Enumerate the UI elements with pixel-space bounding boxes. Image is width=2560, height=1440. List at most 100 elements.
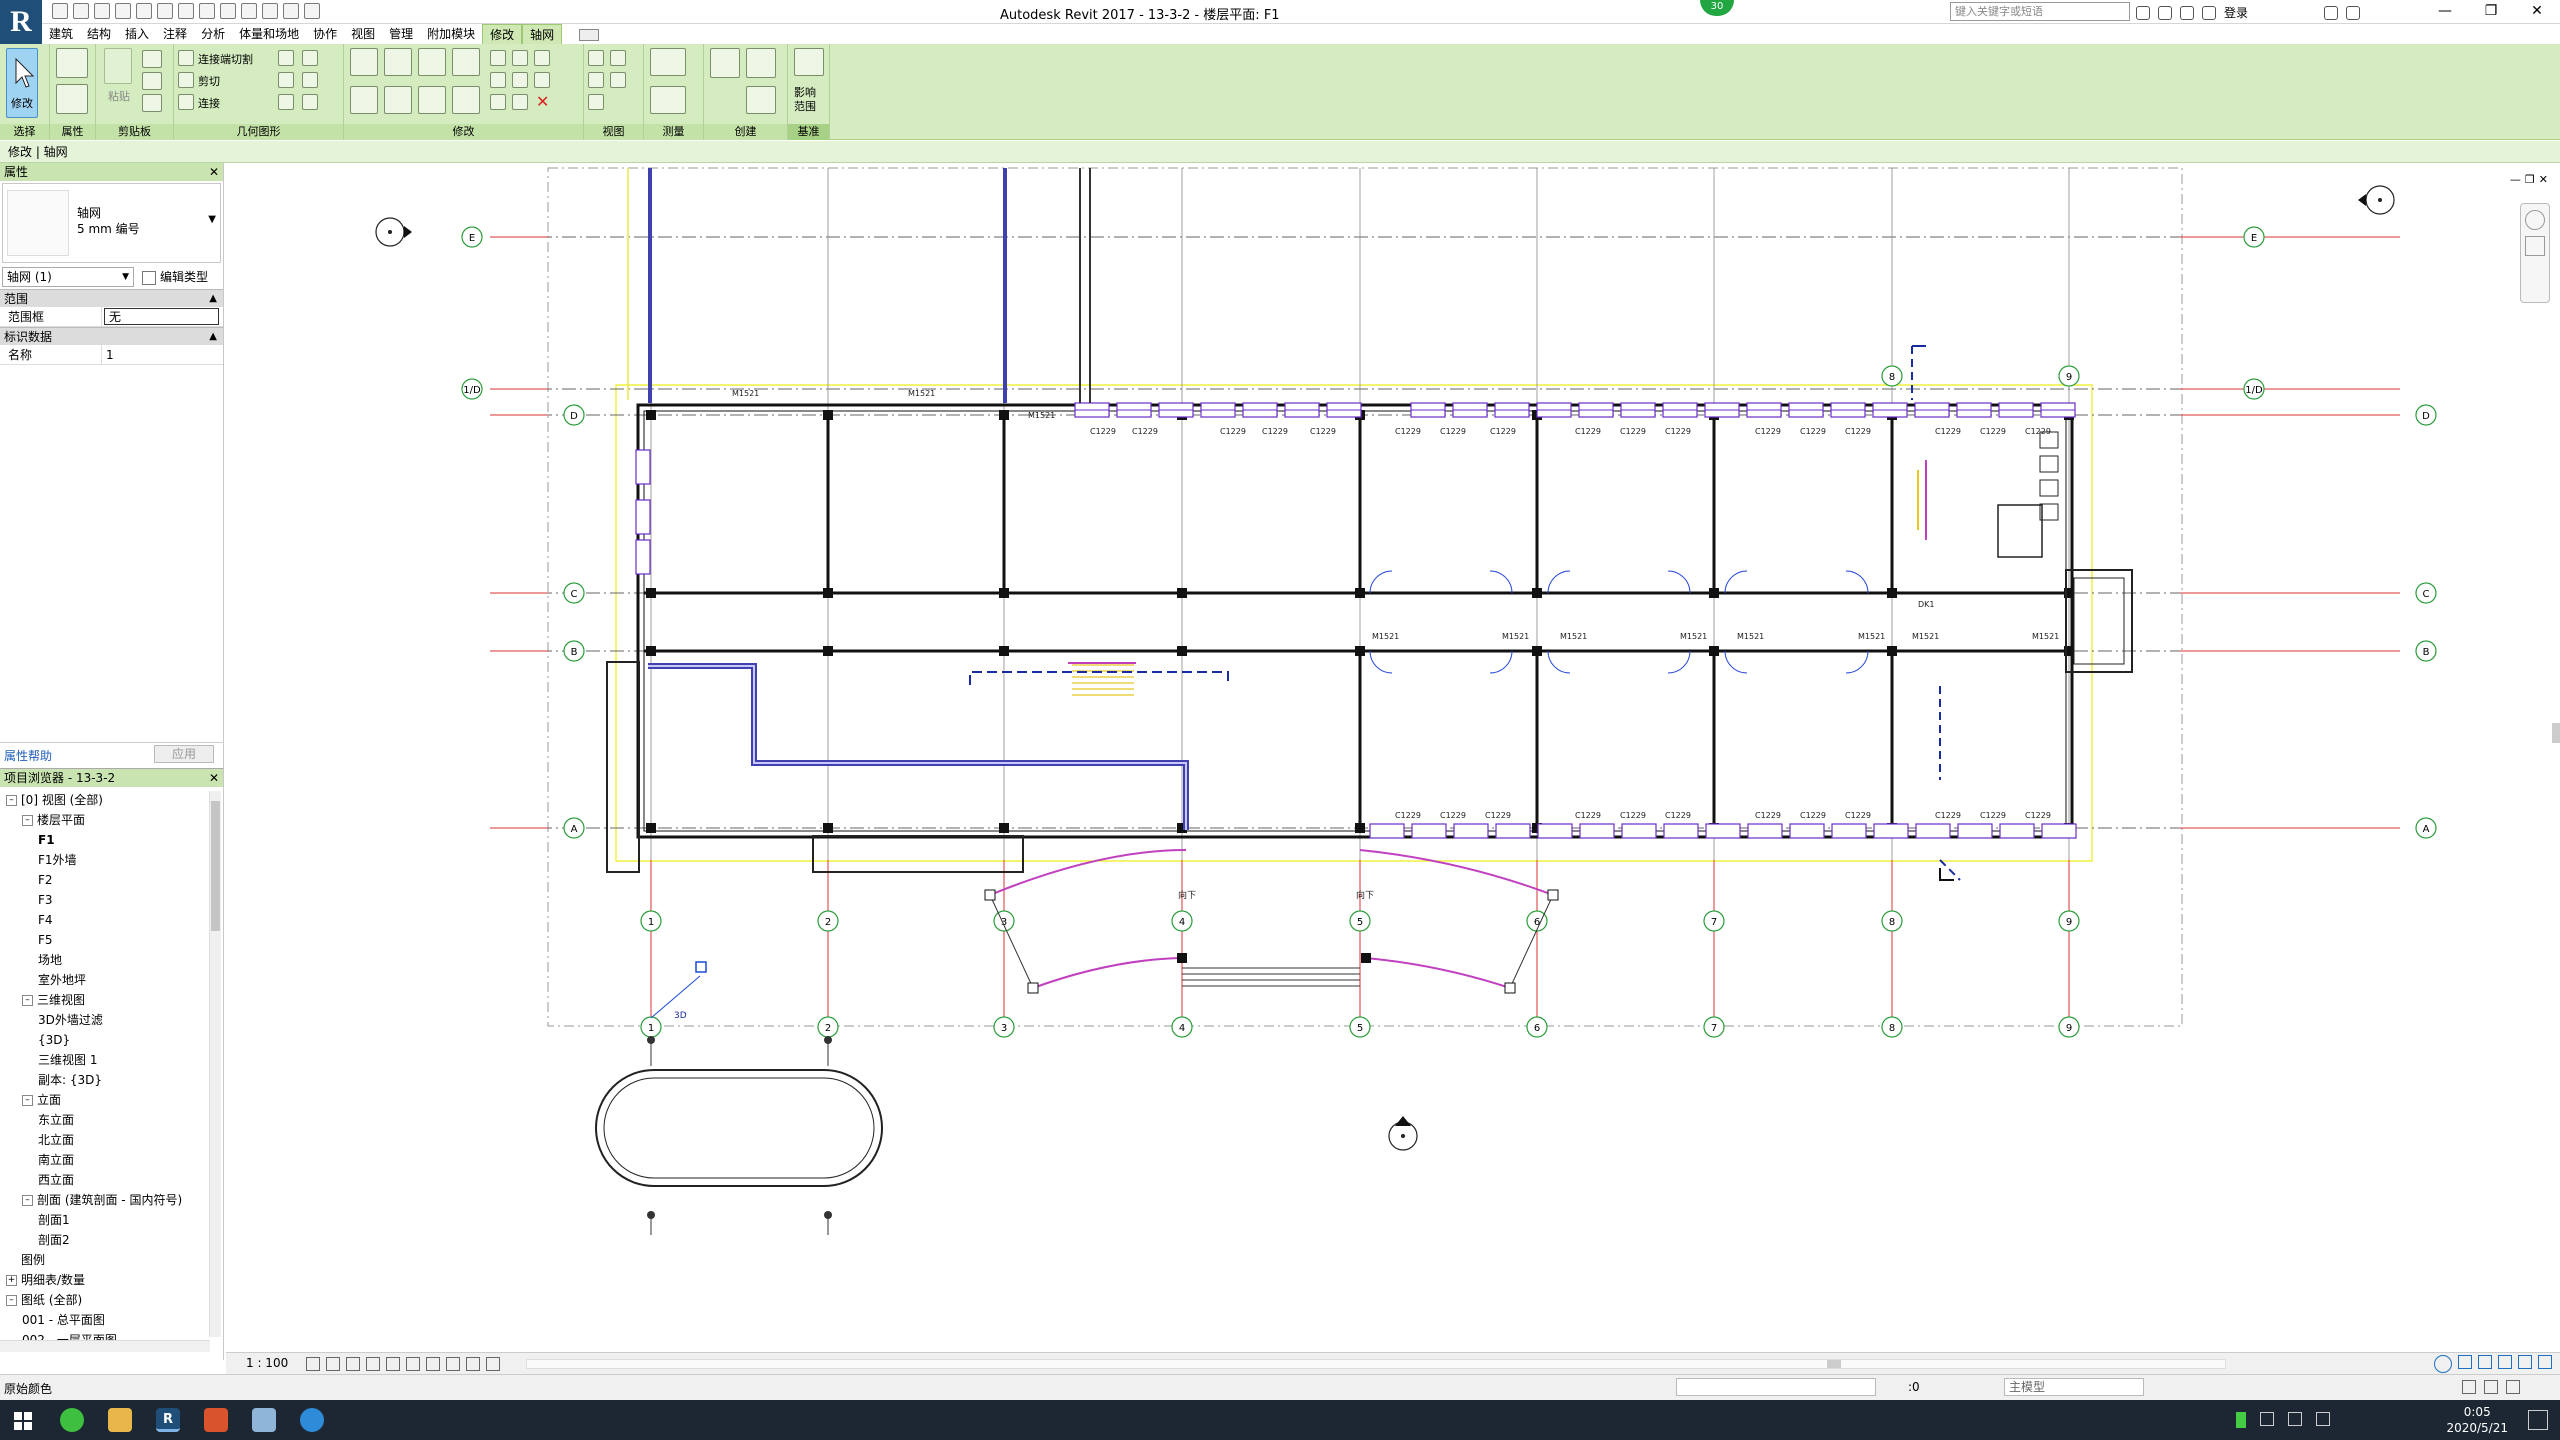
reveal-hidden-icon[interactable] — [466, 1357, 480, 1371]
browser-item[interactable]: 001 - 总平面图 — [22, 1311, 105, 1329]
create-parts-icon[interactable] — [746, 48, 776, 78]
modify-button[interactable]: 修改 — [6, 48, 38, 118]
view-scale[interactable]: 1 : 100 — [246, 1356, 288, 1370]
exchange-icon[interactable] — [2324, 5, 2339, 20]
switch-windows-icon[interactable] — [304, 3, 320, 19]
edit-type-button[interactable]: 编辑类型 — [142, 268, 208, 285]
close-icon[interactable]: ✕ — [2514, 0, 2560, 24]
close-hidden-icon[interactable] — [283, 3, 299, 19]
start-icon[interactable] — [14, 1412, 32, 1430]
restore-icon[interactable]: ❐ — [2468, 0, 2514, 24]
properties-icon[interactable] — [56, 48, 88, 78]
join-roof-icon[interactable] — [278, 72, 294, 88]
links-select-icon[interactable] — [2434, 1355, 2452, 1373]
workset-select[interactable] — [1676, 1378, 1876, 1396]
zoom-icon[interactable] — [2525, 236, 2545, 256]
browser-item[interactable]: F3 — [38, 891, 53, 909]
ribbon-panel-toggle-icon[interactable] — [562, 24, 606, 44]
split-face-icon[interactable] — [302, 50, 318, 66]
collapse-icon[interactable]: ▲ — [209, 290, 217, 308]
pattern-icon[interactable] — [588, 94, 604, 110]
ribbon-tab-0[interactable]: 建筑 — [42, 24, 80, 44]
override-icon[interactable] — [610, 50, 626, 66]
cut-geometry-icon[interactable] — [178, 72, 194, 88]
crop-view-icon[interactable] — [386, 1357, 400, 1371]
browser-item[interactable]: 室外地坪 — [38, 971, 86, 989]
ribbon-tab-5[interactable]: 体量和场地 — [232, 24, 306, 44]
browser-item[interactable]: – 楼层平面 — [22, 811, 85, 829]
browser-item[interactable]: + 明细表/数量 — [6, 1271, 85, 1289]
browser-item[interactable]: F1外墙 — [38, 851, 77, 869]
undo-icon[interactable] — [115, 3, 131, 19]
volume-icon[interactable] — [2288, 1412, 2302, 1426]
expand-icon[interactable]: – — [6, 795, 17, 806]
paint-icon[interactable] — [302, 72, 318, 88]
login-link[interactable]: 登录 — [2224, 4, 2248, 21]
dimension-icon[interactable] — [650, 86, 686, 114]
match-properties-icon[interactable] — [142, 94, 162, 112]
measure-icon[interactable] — [178, 3, 194, 19]
create-assembly-icon[interactable] — [710, 48, 740, 78]
ime-icon[interactable] — [2316, 1412, 2330, 1426]
collapse-icon[interactable]: ▲ — [209, 328, 217, 346]
browser-item[interactable]: 3D外墙过滤 — [38, 1011, 103, 1029]
browser-item[interactable]: F4 — [38, 911, 53, 929]
join-button[interactable]: 连接 — [198, 95, 220, 111]
print-icon[interactable] — [157, 3, 173, 19]
browser-item[interactable]: F5 — [38, 931, 53, 949]
thin-lines-icon[interactable] — [262, 3, 278, 19]
minimize-view-icon[interactable]: — — [2510, 173, 2521, 186]
browser-item[interactable]: 三维视图 1 — [38, 1051, 97, 1069]
minimize-icon[interactable]: — — [2422, 0, 2468, 24]
scrollbar-thumb[interactable] — [211, 801, 220, 931]
ribbon-tab-2[interactable]: 插入 — [118, 24, 156, 44]
browser-scrollbar[interactable] — [209, 791, 221, 1337]
show-crop-icon[interactable] — [406, 1357, 420, 1371]
drag-select-icon[interactable] — [2518, 1355, 2532, 1369]
close-icon[interactable]: ✕ — [209, 163, 219, 181]
user-icon[interactable] — [2202, 5, 2216, 20]
cut-join-icon[interactable] — [178, 50, 194, 66]
property-section[interactable]: 标识数据 ▲ — [0, 327, 223, 345]
expand-icon[interactable]: – — [22, 1195, 33, 1206]
browser-hscrollbar[interactable] — [0, 1340, 210, 1352]
search-input[interactable]: 键入关键字或短语 — [1950, 2, 2130, 21]
trim-extend-icon[interactable] — [452, 86, 480, 114]
ribbon-tab-1[interactable]: 结构 — [80, 24, 118, 44]
system-clock[interactable]: 0:05 2020/5/21 — [2446, 1404, 2508, 1436]
section-icon[interactable] — [241, 3, 257, 19]
split-gap-icon[interactable] — [512, 50, 528, 66]
battery-icon[interactable] — [2236, 1412, 2246, 1428]
lock-view-icon[interactable] — [426, 1357, 440, 1371]
ribbon-tab-3[interactable]: 注释 — [156, 24, 194, 44]
browser-item[interactable]: 剖面1 — [38, 1211, 70, 1229]
3d-view-icon[interactable] — [220, 3, 236, 19]
office-icon[interactable] — [204, 1408, 228, 1432]
mirror-draw-icon[interactable] — [452, 48, 480, 76]
ribbon-tab-6[interactable]: 协作 — [306, 24, 344, 44]
wall-joins-icon[interactable] — [278, 50, 294, 66]
ribbon-tab-9[interactable]: 附加模块 — [420, 24, 482, 44]
unpin-icon[interactable] — [534, 72, 550, 88]
browser-item[interactable]: – [0] 视图 (全部) — [6, 791, 103, 809]
delete-icon[interactable]: ✕ — [536, 94, 552, 110]
copy-element-icon[interactable] — [384, 86, 412, 114]
instance-filter-select[interactable]: 轴网 (1) ▼ — [2, 267, 134, 287]
network-icon[interactable] — [2260, 1412, 2274, 1426]
property-value[interactable]: 无 — [104, 308, 219, 325]
underlay-select-icon[interactable] — [2458, 1355, 2472, 1369]
sun-path-icon[interactable] — [346, 1357, 360, 1371]
sync-icon[interactable] — [94, 3, 110, 19]
binoculars-icon[interactable] — [2136, 5, 2150, 20]
mirror-axis-icon[interactable] — [418, 48, 446, 76]
ribbon-tab-11[interactable]: 轴网 — [522, 24, 563, 44]
browser-item[interactable]: 副本: {3D} — [38, 1071, 102, 1089]
offset-icon[interactable] — [384, 48, 412, 76]
cut-icon[interactable] — [142, 50, 162, 68]
cut-geometry-button[interactable]: 剪切 — [198, 73, 220, 89]
browser-item[interactable]: F1 — [38, 831, 55, 849]
browser-item[interactable]: F2 — [38, 871, 53, 889]
analytical-icon[interactable] — [486, 1357, 500, 1371]
app-icon[interactable] — [252, 1408, 276, 1432]
editable-icon[interactable] — [2462, 1380, 2476, 1394]
